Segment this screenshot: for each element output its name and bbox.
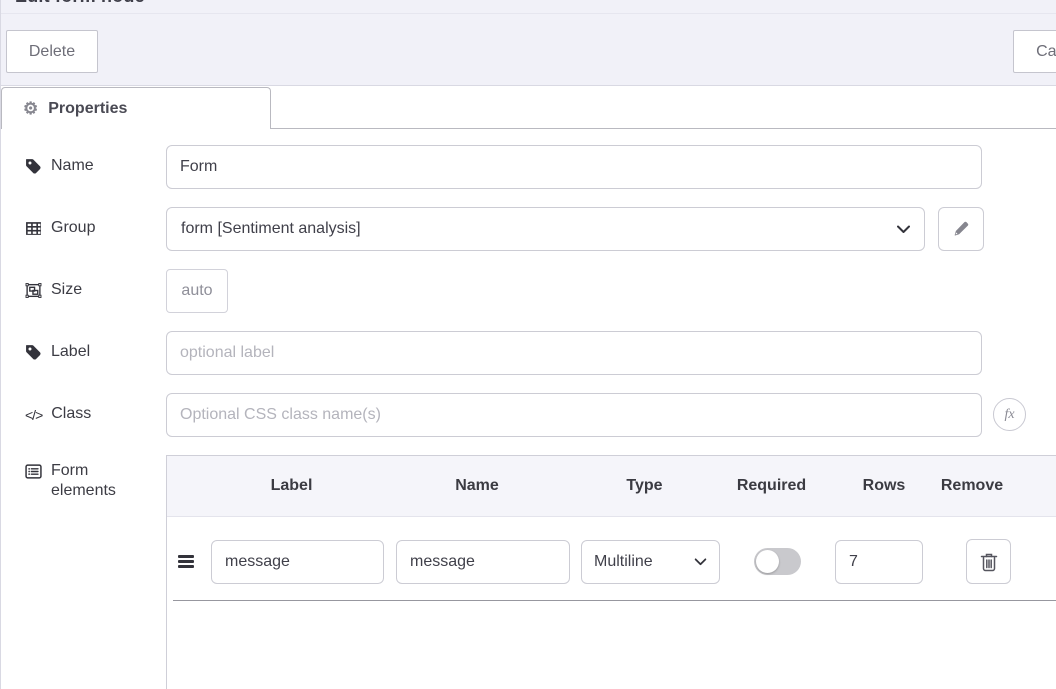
form-row-size: Size auto <box>25 269 1056 313</box>
form-row-label: Label <box>25 331 1056 375</box>
drag-handle-bar <box>178 555 194 558</box>
delete-button[interactable]: Delete <box>6 30 98 73</box>
group-select[interactable]: form [Sentiment analysis] <box>166 207 925 251</box>
drag-handle-bar <box>178 565 194 568</box>
group-select-value: form [Sentiment analysis] <box>181 220 897 238</box>
pencil-icon <box>953 221 969 237</box>
table-icon <box>25 220 42 237</box>
trash-icon <box>980 552 998 572</box>
label-input[interactable] <box>166 331 982 375</box>
size-auto-button[interactable]: auto <box>166 269 228 313</box>
column-header-remove: Remove <box>939 477 1005 495</box>
class-input[interactable] <box>166 393 982 437</box>
toggle-knob <box>756 550 779 573</box>
code-icon: </> <box>25 407 42 423</box>
chevron-down-icon <box>897 225 910 234</box>
column-header-type: Type <box>575 477 714 495</box>
required-toggle[interactable] <box>754 548 801 575</box>
element-rows-input[interactable] <box>835 540 923 584</box>
column-header-label: Label <box>205 477 378 495</box>
list-alt-icon <box>25 463 42 480</box>
element-type-select[interactable]: Multiline <box>581 540 720 584</box>
dialog-toolbar: Delete Cancel <box>1 14 1056 86</box>
remove-element-button[interactable] <box>966 539 1011 584</box>
properties-panel: Name Group form [Sentiment analysis] Siz… <box>1 129 1056 689</box>
form-elements-header: Label Name Type Required Rows Remove <box>167 456 1056 517</box>
gear-icon: ⚙︎ <box>23 100 38 117</box>
tag-icon <box>25 344 42 361</box>
name-input[interactable] <box>166 145 982 189</box>
drag-handle[interactable] <box>173 553 211 570</box>
class-label: </> Class <box>25 393 166 424</box>
form-row-class: </> Class fx <box>25 393 1056 437</box>
form-element-row: Multiline <box>173 517 1056 601</box>
tab-properties[interactable]: ⚙︎ Properties <box>1 87 271 129</box>
tab-properties-label: Properties <box>48 100 127 118</box>
group-label: Group <box>25 207 166 238</box>
object-group-icon <box>25 282 42 299</box>
form-elements-table: Label Name Type Required Rows Remove <box>166 455 1056 689</box>
element-type-value: Multiline <box>594 553 694 571</box>
tab-bar: ⚙︎ Properties <box>1 86 1056 129</box>
tabbar-divider <box>271 128 1056 129</box>
chevron-down-icon <box>694 558 707 566</box>
element-name-input[interactable] <box>396 540 570 584</box>
form-row-group: Group form [Sentiment analysis] <box>25 207 1056 251</box>
column-header-name: Name <box>390 477 564 495</box>
form-elements-label: Form elements <box>25 455 166 501</box>
element-label-input[interactable] <box>211 540 384 584</box>
edit-form-node-dialog: { "dialog": { "title": "Edit form node",… <box>0 0 1056 689</box>
column-header-required: Required <box>714 477 829 495</box>
label-label: Label <box>25 331 166 362</box>
name-label: Name <box>25 145 166 176</box>
drag-handle-bar <box>178 560 194 563</box>
fx-expression-button[interactable]: fx <box>993 398 1026 431</box>
edit-group-button[interactable] <box>938 207 984 251</box>
dialog-titlebar: Edit form node <box>1 0 1056 14</box>
tag-icon <box>25 158 42 175</box>
column-header-rows: Rows <box>829 477 939 495</box>
form-row-elements: Form elements Label Name Type Required R… <box>25 455 1056 689</box>
dialog-title: Edit form node <box>15 0 145 7</box>
form-row-name: Name <box>25 145 1056 189</box>
cancel-button[interactable]: Cancel <box>1013 30 1056 73</box>
size-label: Size <box>25 269 166 300</box>
